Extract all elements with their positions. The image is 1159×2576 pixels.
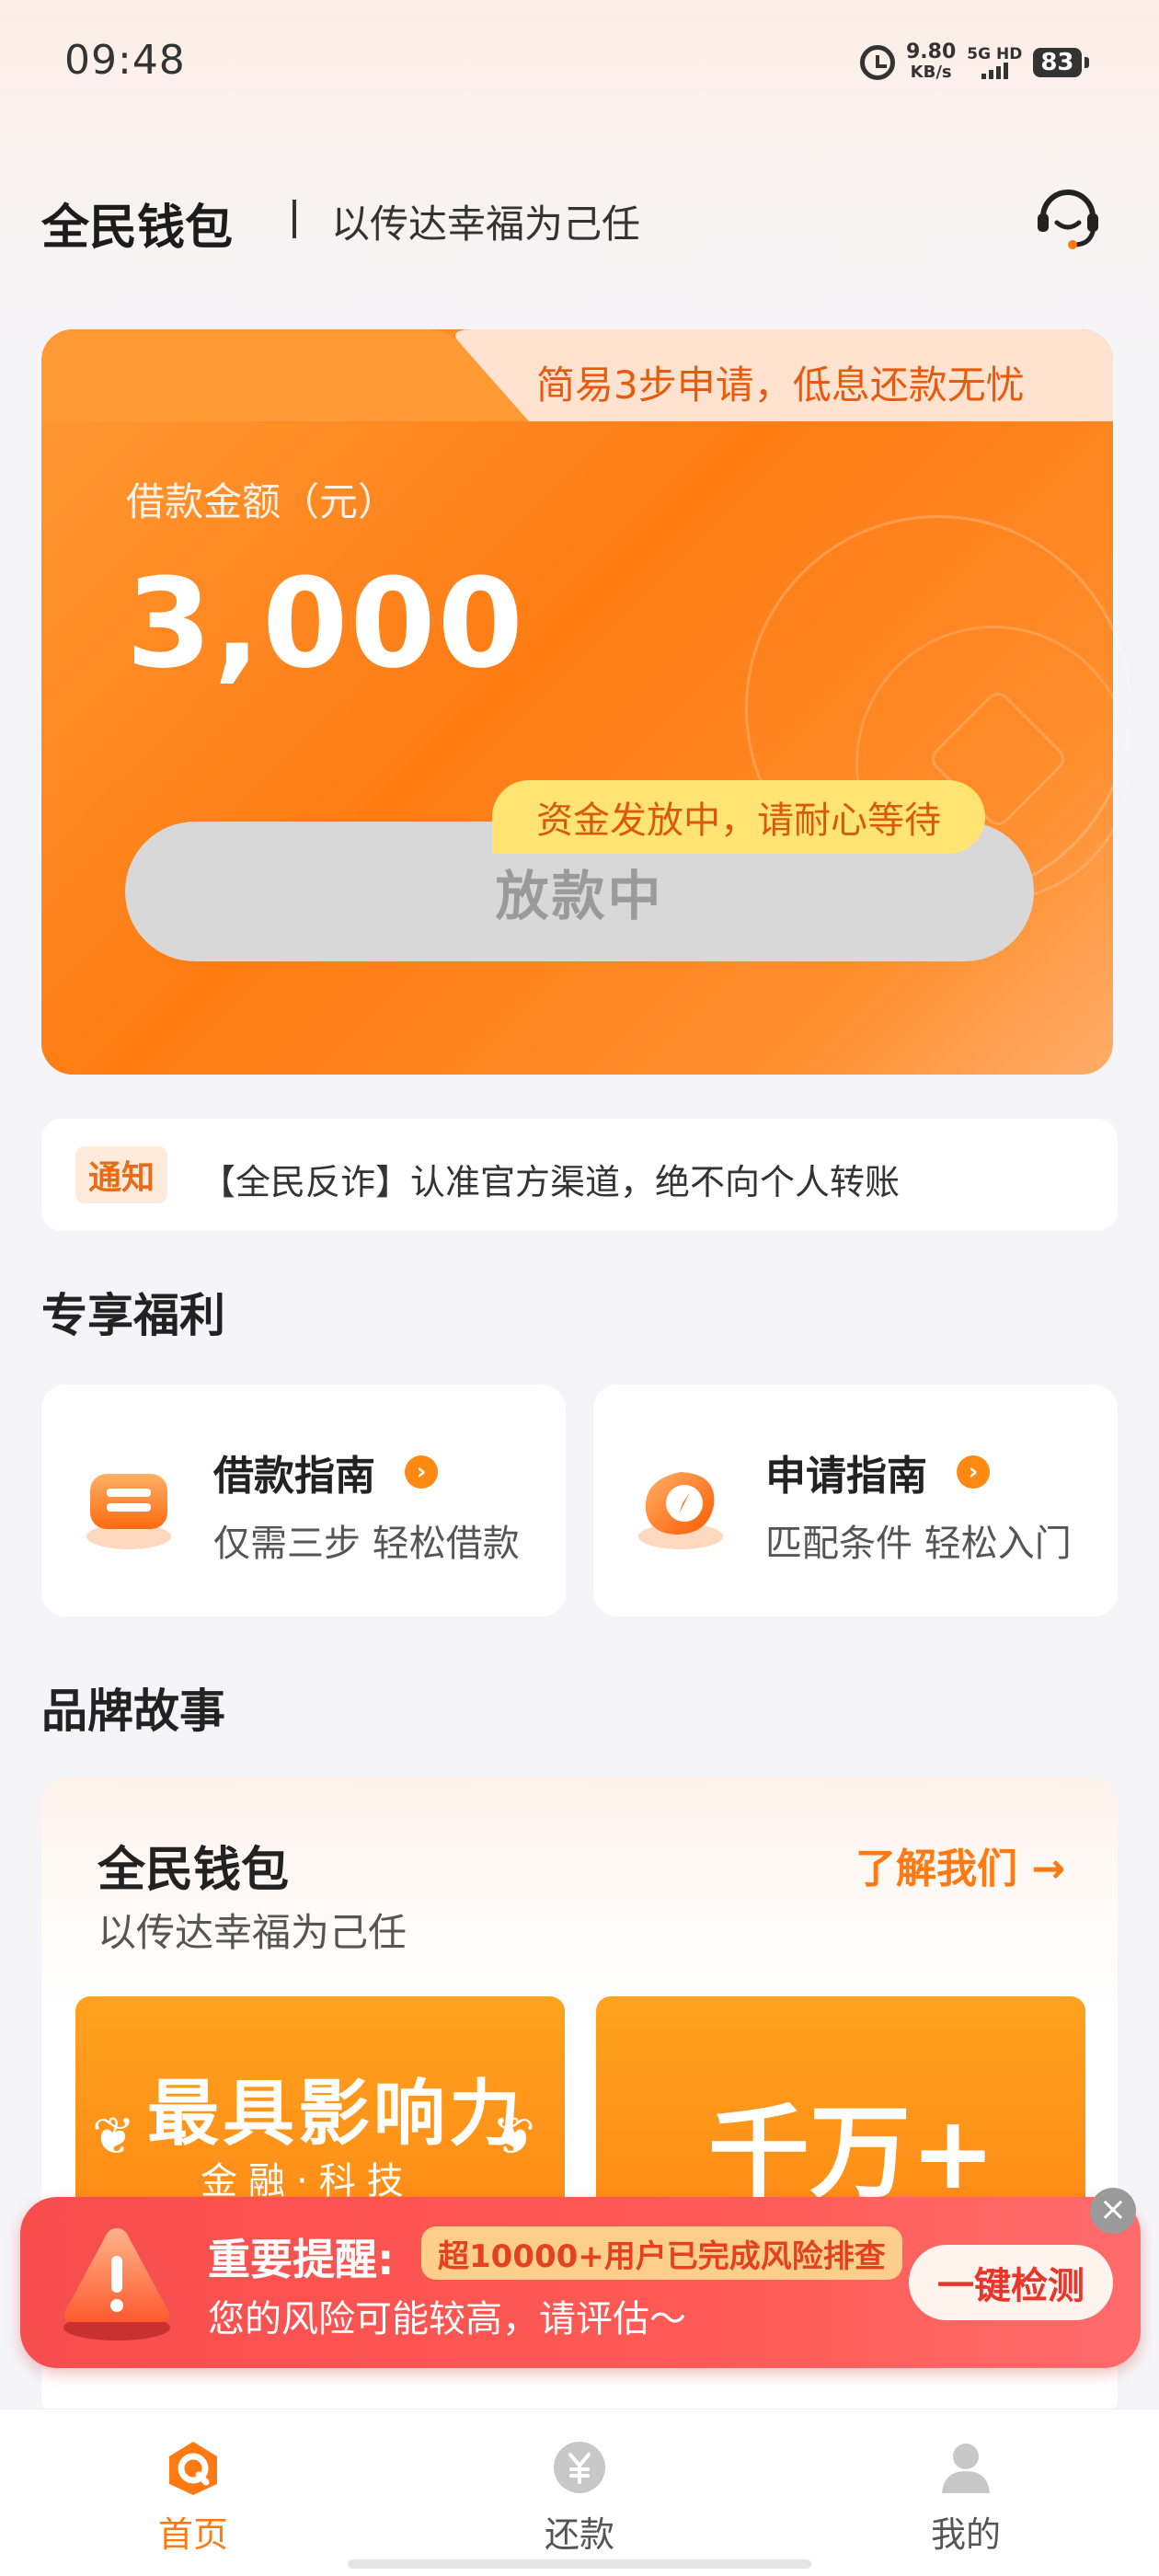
alarm-icon bbox=[860, 45, 895, 80]
brand-title: 全民钱包 bbox=[41, 201, 234, 256]
yuan-icon bbox=[554, 2442, 605, 2493]
header-divider bbox=[293, 200, 296, 238]
benefit-title: 申请指南 bbox=[765, 1453, 927, 1500]
nav-item-mine[interactable]: 我的 bbox=[874, 2438, 1058, 2557]
user-icon bbox=[942, 2444, 990, 2493]
laurel-left-icon: ❦ bbox=[92, 2107, 135, 2167]
brand-slogan: 以传达幸福为己任 bbox=[331, 201, 641, 247]
warning-icon bbox=[63, 2228, 170, 2340]
benefit-subtitle: 匹配条件 轻松入门 bbox=[765, 1523, 1072, 1565]
disbursing-tooltip: 资金发放中，请耐心等待 bbox=[492, 780, 985, 854]
compass-icon bbox=[638, 1472, 723, 1549]
story-slogan: 以传达幸福为己任 bbox=[98, 1910, 407, 1955]
brand-story-title: 品牌故事 bbox=[41, 1685, 225, 1738]
benefits-title: 专享福利 bbox=[41, 1289, 225, 1342]
about-us-link[interactable]: 了解我们 → bbox=[855, 1835, 1065, 1894]
story-brand: 全民钱包 bbox=[98, 1843, 290, 1898]
benefit-subtitle: 仅需三步 轻松借款 bbox=[213, 1523, 520, 1565]
close-icon[interactable]: × bbox=[1090, 2188, 1136, 2234]
home-icon bbox=[169, 2442, 217, 2495]
alert-title: 重要提醒: bbox=[208, 2235, 395, 2284]
status-time: 09:48 bbox=[64, 37, 186, 84]
chevron-right-icon: › bbox=[405, 1455, 438, 1489]
notice-tag: 通知 bbox=[75, 1146, 168, 1203]
alert-chip: 超10000+用户已完成风险排查 bbox=[421, 2226, 902, 2280]
alert-description: 您的风险可能较高，请评估～ bbox=[208, 2298, 686, 2340]
nav-label: 还款 bbox=[544, 2514, 614, 2555]
nav-item-home[interactable]: 首页 bbox=[101, 2438, 285, 2557]
nav-label: 我的 bbox=[930, 2514, 1001, 2555]
chevron-right-icon: › bbox=[957, 1455, 990, 1489]
network-type: 5G HD bbox=[967, 45, 1023, 63]
stat-influence-title: 最具影响力 bbox=[147, 2073, 525, 2156]
home-indicator bbox=[348, 2559, 811, 2569]
net-speed-value: 9.80 bbox=[906, 40, 957, 63]
signal-icon: 5G HD bbox=[967, 46, 1022, 79]
status-indicators: 9.80 KB/s 5G HD 83 bbox=[860, 37, 1089, 88]
net-speed-unit: KB/s bbox=[910, 63, 952, 82]
loan-amount: 3,000 bbox=[126, 552, 525, 696]
guide-icon bbox=[86, 1474, 171, 1549]
nav-item-repay[interactable]: 还款 bbox=[488, 2438, 671, 2557]
nav-label: 首页 bbox=[157, 2514, 228, 2555]
loan-amount-label: 借款金额（元） bbox=[126, 479, 397, 524]
one-click-check-button[interactable]: 一键检测 bbox=[909, 2245, 1113, 2320]
benefit-title: 借款指南 bbox=[213, 1453, 375, 1500]
stat-users-count: 千万+ bbox=[708, 2094, 996, 2212]
net-speed: 9.80 KB/s bbox=[906, 42, 956, 83]
battery-icon: 83 bbox=[1033, 48, 1089, 77]
headset-icon[interactable] bbox=[1032, 180, 1104, 252]
notice-text: 【全民反诈】认准官方渠道，绝不向个人转账 bbox=[201, 1162, 901, 1202]
loan-tagline: 简易3步申请，低息还款无忧 bbox=[536, 362, 1025, 408]
